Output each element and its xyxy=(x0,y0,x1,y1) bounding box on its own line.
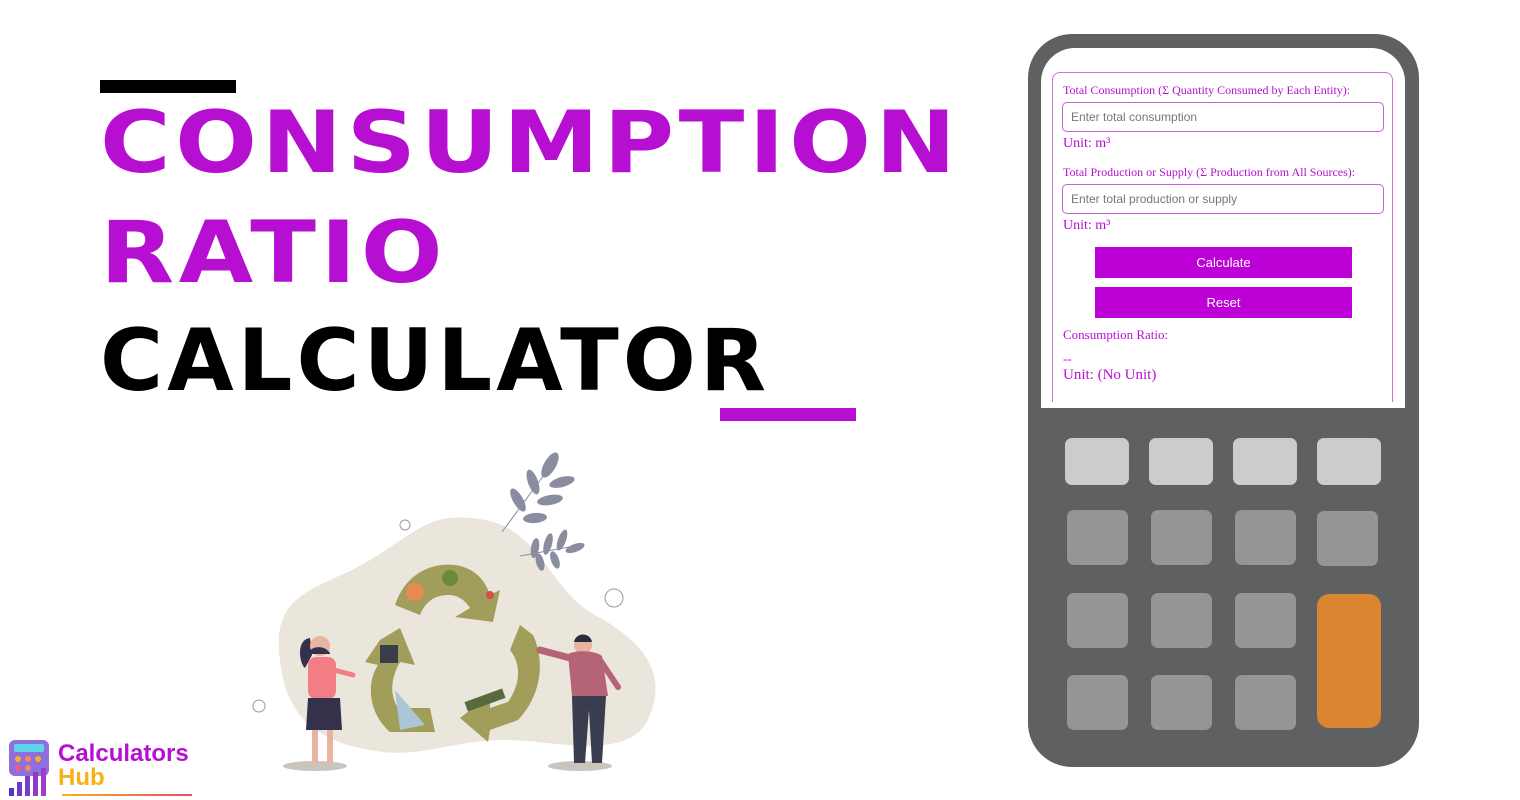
result-label: Consumption Ratio: xyxy=(1063,327,1169,342)
recycling-illustration xyxy=(252,452,656,771)
keypad-key xyxy=(1317,511,1378,566)
total-consumption-input[interactable] xyxy=(1062,102,1384,132)
headline-line-3: CALCULATOR xyxy=(100,311,771,411)
keypad-key xyxy=(1151,675,1212,730)
keypad-key xyxy=(1067,593,1128,648)
keypad-key xyxy=(1317,438,1381,485)
keypad-key xyxy=(1065,438,1129,485)
result-value: -- xyxy=(1063,351,1072,366)
decor-circle xyxy=(252,699,266,713)
keypad-key xyxy=(1235,675,1296,730)
calculators-hub-logo[interactable]: Calculators Hub xyxy=(6,738,196,798)
logo-text-hub: Hub xyxy=(58,764,105,791)
keypad-key xyxy=(1151,593,1212,648)
keypad-key xyxy=(1235,510,1296,565)
total-consumption-label: Total Consumption (Σ Quantity Consumed b… xyxy=(1063,83,1351,97)
calculator-logo-icon xyxy=(9,740,49,796)
decor-bar-bottom xyxy=(720,408,856,421)
decor-bar-top xyxy=(100,80,236,93)
reset-button[interactable]: Reset xyxy=(1095,287,1352,318)
total-consumption-unit: Unit: m³ xyxy=(1063,136,1111,151)
calculator-form: Total Consumption (Σ Quantity Consumed b… xyxy=(1052,72,1393,402)
decor-circle xyxy=(399,519,411,531)
total-production-input[interactable] xyxy=(1062,184,1384,214)
keypad-key xyxy=(1067,675,1128,730)
headline-line-2: RATIO xyxy=(100,203,448,303)
keypad-key xyxy=(1233,438,1297,485)
total-production-label: Total Production or Supply (Σ Production… xyxy=(1063,165,1356,179)
keypad-key xyxy=(1149,438,1213,485)
calculate-button[interactable]: Calculate xyxy=(1095,247,1352,278)
logo-underline xyxy=(62,794,192,796)
keypad-key xyxy=(1235,593,1296,648)
keypad-key-equals xyxy=(1317,594,1381,728)
keypad-key xyxy=(1151,510,1212,565)
headline-line-1: CONSUMPTION xyxy=(100,93,961,193)
decor-circle xyxy=(604,588,624,608)
keypad-key xyxy=(1067,510,1128,565)
result-unit: Unit: (No Unit) xyxy=(1063,367,1157,383)
total-production-unit: Unit: m³ xyxy=(1063,218,1111,233)
